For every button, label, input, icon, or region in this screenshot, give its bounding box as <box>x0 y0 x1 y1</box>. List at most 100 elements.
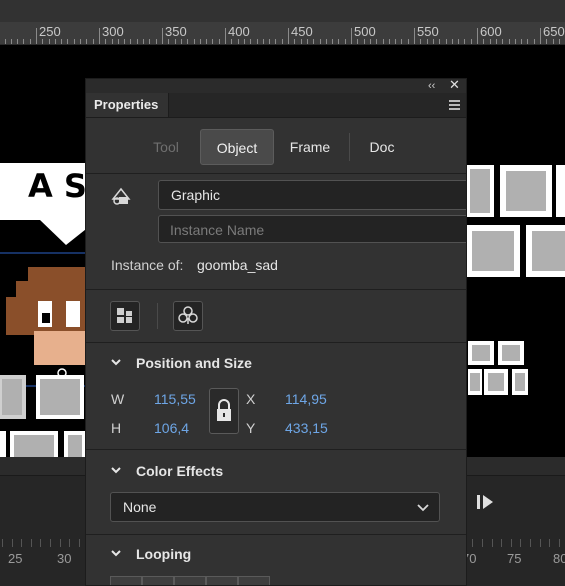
ruler-minor-tick <box>99 39 100 44</box>
ruler-minor-tick <box>313 39 314 44</box>
ruler-minor-tick <box>156 39 157 44</box>
timeline-tick <box>12 539 13 547</box>
app-toolbar-strip <box>0 0 565 22</box>
ruler-minor-tick <box>130 39 131 44</box>
ruler-minor-tick <box>162 39 163 44</box>
ruler-minor-tick <box>11 39 12 44</box>
ruler-label: 250 <box>39 24 61 39</box>
tab-object[interactable]: Object <box>200 129 274 165</box>
ruler-minor-tick <box>527 39 528 44</box>
timeline-tick <box>530 539 531 547</box>
chevron-down-icon[interactable] <box>110 356 122 368</box>
section-title-color-effects[interactable]: Color Effects <box>136 463 223 479</box>
ruler-minor-tick <box>420 39 421 44</box>
ruler-minor-tick <box>42 39 43 44</box>
edit-symbol-icon[interactable] <box>173 301 203 331</box>
x-value[interactable]: 114,95 <box>285 391 327 407</box>
loop-icon[interactable] <box>110 576 142 585</box>
timeline-tick <box>31 539 32 547</box>
ruler-label: 400 <box>228 24 250 39</box>
ruler-minor-tick <box>364 39 365 44</box>
ruler-minor-tick <box>357 39 358 44</box>
width-value[interactable]: 115,55 <box>154 391 196 407</box>
ruler-minor-tick <box>414 39 415 44</box>
chevron-down-icon[interactable] <box>110 464 122 476</box>
section-title-looping[interactable]: Looping <box>136 546 191 562</box>
tab-tool: Tool <box>153 139 179 155</box>
ruler-minor-tick <box>30 39 31 44</box>
ruler-minor-tick <box>288 39 289 44</box>
symbol-type-select[interactable]: Graphic <box>158 180 466 210</box>
panel-tab-bar: Properties <box>86 93 466 118</box>
instance-name-input[interactable]: Instance Name <box>158 215 466 243</box>
ruler-minor-tick <box>5 39 6 44</box>
ruler-minor-tick <box>23 39 24 44</box>
ruler-minor-tick <box>320 39 321 44</box>
ruler-label: 450 <box>291 24 313 39</box>
timeline-tick <box>50 539 51 547</box>
ruler-minor-tick <box>338 39 339 44</box>
tab-properties[interactable]: Properties <box>86 93 170 117</box>
y-value[interactable]: 433,15 <box>285 420 328 436</box>
ruler-minor-tick <box>269 39 270 44</box>
single-frame-icon[interactable] <box>174 576 206 585</box>
ruler-label: 300 <box>102 24 124 39</box>
instance-of-value: goomba_sad <box>197 257 278 273</box>
swap-symbol-icon[interactable] <box>110 301 140 331</box>
frame-number: 25 <box>8 551 23 566</box>
timeline-tick <box>2 539 3 547</box>
ruler-minor-tick <box>49 39 50 44</box>
tab-frame[interactable]: Frame <box>279 129 341 165</box>
ruler-minor-tick <box>433 39 434 44</box>
tab-doc[interactable]: Doc <box>352 129 412 165</box>
width-label: W <box>111 391 125 407</box>
panel-menu-icon[interactable] <box>449 100 460 110</box>
height-label: H <box>111 420 122 436</box>
ruler-minor-tick <box>187 39 188 44</box>
horizontal-ruler: 250 300 350 400 450 500 550 600 650 <box>0 22 565 45</box>
x-label: X <box>246 391 256 407</box>
ruler-minor-tick <box>257 39 258 44</box>
ruler-minor-tick <box>553 39 554 44</box>
symbol-type-icon <box>110 185 132 207</box>
play-once-icon[interactable] <box>142 576 174 585</box>
loop-reverse-icon[interactable] <box>238 576 270 585</box>
ruler-minor-tick <box>238 39 239 44</box>
close-icon[interactable]: ✕ <box>449 79 460 92</box>
ruler-minor-tick <box>212 39 213 44</box>
color-effect-value: None <box>123 499 157 515</box>
play-reverse-once-icon[interactable] <box>206 576 238 585</box>
ruler-minor-tick <box>427 39 428 44</box>
panel-title-strip: ‹‹ ✕ <box>86 79 466 93</box>
ruler-minor-tick <box>370 39 371 44</box>
ruler-minor-tick <box>250 39 251 44</box>
ruler-minor-tick <box>294 39 295 44</box>
ruler-minor-tick <box>86 39 87 44</box>
ruler-minor-tick <box>67 39 68 44</box>
ruler-minor-tick <box>307 39 308 44</box>
ruler-minor-tick <box>282 39 283 44</box>
timeline-tick <box>520 539 521 547</box>
step-forward-icon[interactable] <box>475 494 495 510</box>
divider <box>157 303 158 329</box>
ruler-minor-tick <box>439 39 440 44</box>
instance-name-placeholder: Instance Name <box>170 222 265 238</box>
ruler-minor-tick <box>143 39 144 44</box>
timeline-tick <box>21 539 22 547</box>
lock-proportions-icon[interactable] <box>209 388 239 434</box>
color-effect-select[interactable]: None <box>110 492 440 522</box>
ruler-minor-tick <box>36 39 37 44</box>
timeline-tick <box>501 539 502 547</box>
collapse-panel-icon[interactable]: ‹‹ <box>428 79 435 93</box>
ruler-minor-tick <box>546 39 547 44</box>
ruler-minor-tick <box>534 39 535 44</box>
section-title-position-size[interactable]: Position and Size <box>136 355 252 371</box>
ruler-minor-tick <box>496 39 497 44</box>
timeline-tick <box>540 539 541 547</box>
divider <box>86 289 466 290</box>
ruler-minor-tick <box>383 39 384 44</box>
chevron-down-icon[interactable] <box>110 547 122 559</box>
ruler-minor-tick <box>61 39 62 44</box>
height-value[interactable]: 106,4 <box>154 420 189 436</box>
divider <box>86 342 466 343</box>
